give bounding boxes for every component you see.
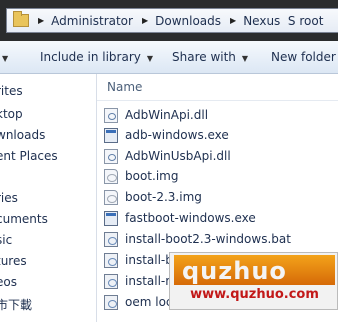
exe-file-icon — [104, 210, 118, 226]
nav-item-music[interactable]: sic — [0, 233, 12, 247]
file-name: adb-windows.exe — [125, 128, 229, 142]
breadcrumb-separator-icon[interactable]: ▶ — [38, 16, 44, 25]
breadcrumb-separator-icon[interactable]: ▶ — [230, 16, 236, 25]
command-bar: ▼ Include in library ▼ Share with ▼ New fo… — [0, 41, 338, 74]
chevron-down-icon: ▼ — [146, 54, 154, 63]
nav-item-desktop[interactable]: ktop — [0, 107, 23, 121]
breadcrumb-administrator[interactable]: Administrator — [51, 14, 133, 28]
nav-item-videos[interactable]: eos — [0, 275, 17, 289]
file-row[interactable]: oem loc — [104, 292, 173, 312]
file-name: boot-2.3.img — [125, 190, 202, 204]
bat-file-icon — [104, 294, 118, 310]
breadcrumb-separator-icon[interactable]: ▶ — [142, 16, 148, 25]
bat-file-icon — [104, 231, 118, 247]
include-in-library-label: Include in library — [40, 50, 141, 64]
img-file-icon — [104, 189, 118, 205]
address-bar-band: ▶ Administrator ▶ Downloads ▶ Nexus S ro… — [0, 0, 338, 41]
file-row[interactable]: fastboot-windows.exe — [104, 208, 256, 228]
nav-item-downloads-cn[interactable]: 市下載 — [0, 296, 32, 313]
file-name: oem loc — [125, 295, 173, 309]
nav-item-pictures[interactable]: tures — [0, 254, 27, 268]
navigation-pane: rites ktop wnloads ent Places ries cumen… — [0, 74, 96, 322]
folder-icon — [13, 11, 29, 27]
new-folder-button[interactable]: New folder — [271, 50, 336, 64]
bat-file-icon — [104, 273, 118, 289]
watermark: quzhuo www.quzhuo.com — [169, 252, 338, 310]
nav-item-recent-places[interactable]: ent Places — [0, 149, 58, 163]
watermark-logo: quzhuo — [182, 257, 287, 285]
file-row[interactable]: boot-2.3.img — [104, 187, 202, 207]
nav-item-documents[interactable]: cuments — [0, 212, 48, 226]
file-row[interactable]: install-r — [104, 271, 170, 291]
column-header-name[interactable]: Name — [107, 80, 142, 94]
file-row[interactable]: AdbWinApi.dll — [104, 105, 208, 125]
exe-file-icon — [104, 127, 118, 143]
file-name: AdbWinApi.dll — [125, 108, 209, 122]
file-row[interactable]: install-boot2.3-windows.bat — [104, 229, 291, 249]
address-bar[interactable]: ▶ Administrator ▶ Downloads ▶ Nexus S ro… — [6, 8, 338, 33]
dll-file-icon — [104, 107, 118, 123]
file-name: install-r — [125, 274, 171, 288]
watermark-banner: quzhuo — [174, 255, 335, 285]
bat-file-icon — [104, 252, 118, 268]
dll-file-icon — [104, 148, 118, 164]
file-name: fastboot-windows.exe — [125, 211, 256, 225]
organize-caret-icon[interactable]: ▼ — [0, 50, 8, 64]
include-in-library-button[interactable]: Include in library ▼ — [40, 50, 153, 64]
breadcrumb-nexus-s-root[interactable]: Nexus S root — [243, 14, 323, 28]
column-header-divider — [97, 100, 338, 101]
nav-item-favorites[interactable]: rites — [0, 84, 23, 98]
nav-item-libraries[interactable]: ries — [0, 191, 18, 205]
file-name: boot.img — [125, 169, 179, 183]
file-row[interactable]: AdbWinUsbApi.dll — [104, 146, 231, 166]
file-row[interactable]: adb-windows.exe — [104, 125, 229, 145]
file-row[interactable]: boot.img — [104, 166, 178, 186]
file-name: AdbWinUsbApi.dll — [125, 149, 231, 163]
watermark-url: www.quzhuo.com — [190, 287, 319, 302]
file-name: install-b — [125, 253, 173, 267]
breadcrumb-downloads[interactable]: Downloads — [155, 14, 221, 28]
share-with-button[interactable]: Share with ▼ — [172, 50, 248, 64]
chevron-down-icon: ▼ — [241, 54, 249, 63]
img-file-icon — [104, 168, 118, 184]
file-row[interactable]: install-b — [104, 250, 173, 270]
file-name: install-boot2.3-windows.bat — [125, 232, 291, 246]
share-with-label: Share with — [172, 50, 236, 64]
nav-item-downloads[interactable]: wnloads — [0, 128, 45, 142]
